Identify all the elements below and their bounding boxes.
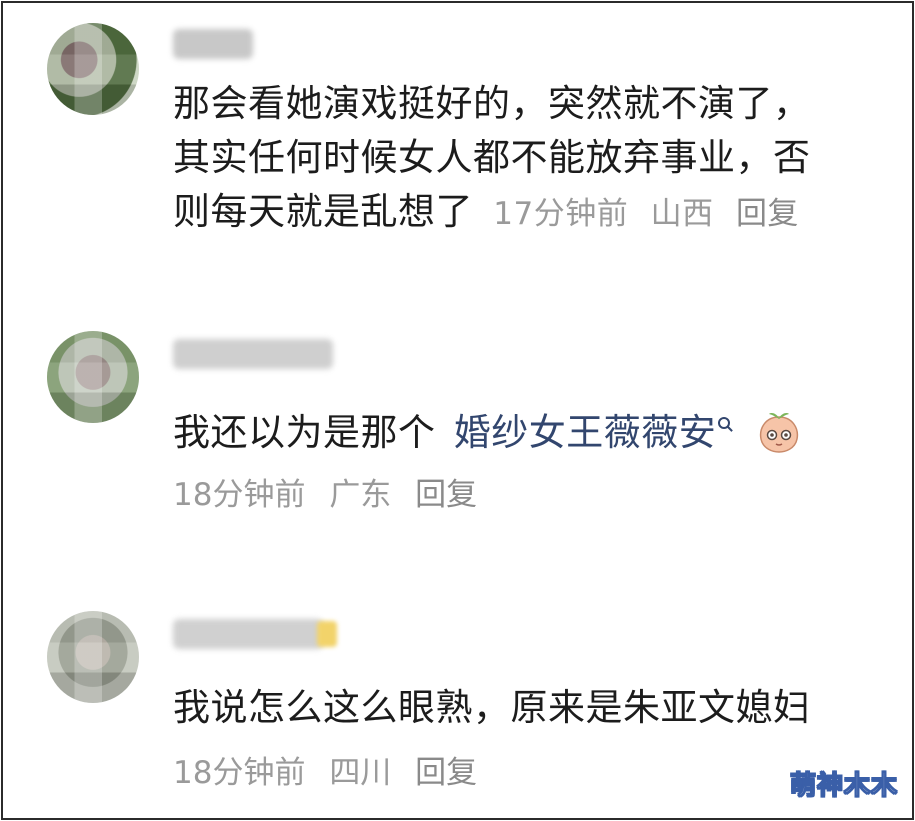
watermark: 萌神木木 [789, 771, 898, 802]
location: 广东 [329, 477, 392, 513]
comment-line: 则每天就是乱想了 17分钟前 山西 回复 [173, 185, 811, 241]
comment-text: 那会看她演戏挺好的，突然就不演了， 其实任何时候女人都不能放弃事业，否 则每天就… [173, 77, 811, 241]
location: 四川 [329, 755, 392, 791]
username-blurred[interactable] [173, 339, 333, 369]
comment-meta: 17分钟前 山西 回复 [493, 196, 811, 232]
comment-meta: 18分钟前 四川 回复 [173, 753, 491, 793]
vip-badge-blurred [317, 621, 337, 647]
topic-link[interactable]: 婚纱女王薇薇安 [454, 411, 717, 454]
avatar[interactable] [47, 23, 139, 115]
reply-button[interactable]: 回复 [736, 196, 799, 232]
comment-line: 那会看她演戏挺好的，突然就不演了， [173, 82, 811, 125]
timestamp: 17分钟前 [493, 196, 629, 232]
comment-text: 我还以为是那个 婚纱女王薇薇安 [173, 403, 801, 460]
username-blurred[interactable] [173, 619, 323, 649]
comment-line-text: 我说怎么这么眼熟，原来是朱亚文媳妇 [173, 686, 811, 729]
location: 山西 [650, 196, 714, 232]
comment-line: 其实任何时候女人都不能放弃事业，否 [173, 136, 811, 179]
reply-button[interactable]: 回复 [415, 477, 477, 513]
comment-line-text: 则每天就是乱想了 [173, 190, 473, 233]
avatar[interactable] [47, 331, 139, 423]
reply-button[interactable]: 回复 [415, 755, 477, 791]
username-blurred[interactable] [173, 29, 253, 59]
timestamp: 18分钟前 [173, 755, 306, 791]
timestamp: 18分钟前 [173, 477, 306, 513]
comment-meta: 18分钟前 广东 回复 [173, 475, 491, 515]
comment-line-text: 我还以为是那个 [173, 411, 436, 454]
comment-text: 我说怎么这么眼熟，原来是朱亚文媳妇 [173, 681, 811, 735]
search-icon[interactable] [718, 417, 731, 429]
peach-emoji-icon [759, 413, 798, 453]
avatar[interactable] [47, 611, 139, 703]
screenshot-frame: 那会看她演戏挺好的，突然就不演了， 其实任何时候女人都不能放弃事业，否 则每天就… [1, 1, 914, 820]
